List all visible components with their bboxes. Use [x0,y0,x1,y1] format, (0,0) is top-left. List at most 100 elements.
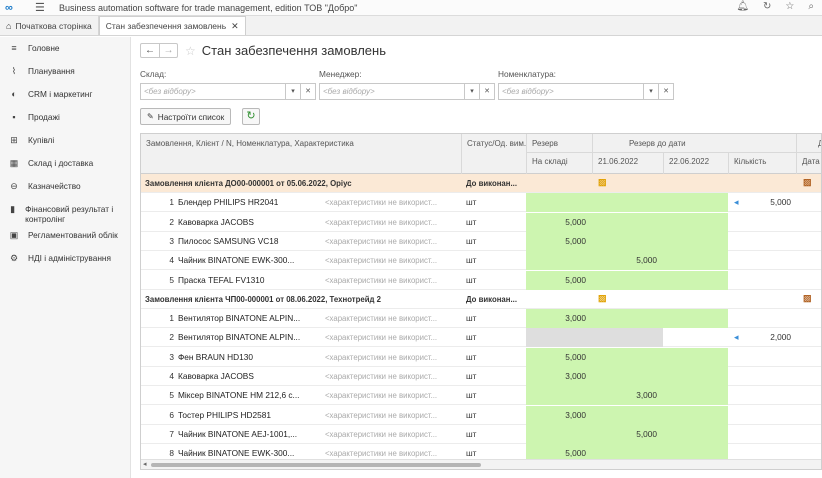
sidebar-item-label: Склад і доставка [28,158,94,168]
close-tab-icon[interactable]: ✕ [231,21,239,32]
item-name: Чайник BINATONE EWK-300... [178,255,295,266]
reserved-cell [526,193,728,213]
row-number: 4 [169,371,174,381]
filter-warehouse-input[interactable]: <без відбору> [140,83,286,100]
menu-icon[interactable]: ☰ [35,1,47,14]
header-cut[interactable]: Д [818,139,821,149]
sidebar-item-finance[interactable]: ▮ Фінансовий результат і контролінг [0,198,130,224]
clear-icon[interactable]: ✕ [480,83,495,100]
order-group-row[interactable]: Замовлення клієнта ДО00-000001 от 05.06.… [141,174,821,193]
tab-home-label: Початкова сторінка [15,20,92,31]
arrow-left-icon: ◂ [734,332,739,343]
forward-button[interactable]: → [159,44,177,57]
crm-icon: ◐ [11,89,17,99]
sidebar-item-purchases[interactable]: ⊞ Купівлі [0,129,130,152]
item-unit: шт [466,371,477,381]
sidebar-item-regulated[interactable]: ▣ Регламентований облік [0,224,130,247]
row-number: 6 [169,409,174,420]
header-qty[interactable]: Кількість [734,157,766,167]
header-reserve[interactable]: Резерв [532,139,558,149]
item-unit: шт [466,255,477,266]
table-row[interactable]: 5 Праска TEFAL FV1310 <характеристики не в… [141,270,821,290]
header-order[interactable]: Замовлення, Клієнт / N, Номенклатура, Ха… [146,139,354,149]
item-unit: шт [466,197,477,208]
clear-icon[interactable]: ✕ [659,83,674,100]
back-button[interactable]: ← [141,44,159,57]
table-row[interactable]: 6 Тостер PHILIPS HD2581 <характеристики не… [141,405,821,425]
header-status[interactable]: Статус/Од. вим. [467,139,527,149]
table-row[interactable]: 3 Пилосос SAMSUNG VC18 <характеристики не … [141,231,821,251]
table-row[interactable]: 1 Блендер PHILIPS HR2041 <характеристики н… [141,193,821,213]
item-name: Міксер BINATONE HM 212,6 с... [178,390,300,401]
table-row[interactable]: 3 Фен BRAUN HD130 <характеристики не викор… [141,347,821,367]
reserve-value: 5,000 [565,235,586,246]
table-header: Замовлення, Клієнт / N, Номенклатура, Ха… [141,134,821,174]
sidebar-item-label: Казначейство [28,181,81,191]
reserve-flag-icon: ▨ [598,292,607,303]
filter-nomenclature-input[interactable]: <без відбору> [498,83,644,100]
order-group-row[interactable]: Замовлення клієнта ЧП00-000001 от 08.06.… [141,289,821,309]
unreserved-cell [526,328,663,348]
sidebar: ≡ Головне ⌇ Планування ◐ CRM і маркетинг ▪ П… [0,37,131,478]
row-number: 1 [169,197,174,208]
header-date-1[interactable]: 21.06.2022 [598,157,638,167]
scrollbar-thumb[interactable] [151,463,481,467]
sidebar-item-sales[interactable]: ▪ Продажі [0,106,130,129]
row-number: 2 [169,216,174,227]
favorite-star-icon[interactable]: ☆ [185,44,196,58]
row-number: 1 [169,313,174,324]
filter-manager-input[interactable]: <без відбору> [319,83,465,100]
item-characteristic: <характеристики не використ... [325,256,438,266]
search-icon[interactable]: ⌕ [808,1,814,12]
header-divider [663,152,664,174]
sidebar-item-crm[interactable]: ◐ CRM і маркетинг [0,83,130,106]
item-name: Кавоварка JACOBS [178,216,254,227]
filter-warehouse: <без відбору> ▾ ✕ [140,83,316,100]
table-row[interactable]: 2 Кавоварка JACOBS <характеристики не вико… [141,212,821,232]
header-date-2[interactable]: 22.06.2022 [669,157,709,167]
tab-order-status[interactable]: Стан забезпечення замовлень ✕ [98,16,246,35]
header-on-stock[interactable]: На складі [532,157,568,167]
table-row[interactable]: 4 Кавоварка JACOBS <характеристики не вико… [141,367,821,386]
item-name: Вентилятор BINATONE ALPIN... [178,332,301,343]
history-icon[interactable]: ↻ [763,1,771,12]
dropdown-icon[interactable]: ▾ [644,83,659,100]
table-row[interactable]: 1 Вентилятор BINATONE ALPIN... <характерис… [141,309,821,329]
item-name: Кавоварка JACOBS [178,371,254,381]
horizontal-scrollbar[interactable]: ◂ [141,459,821,469]
header-date-cut[interactable]: Дата [802,157,820,167]
table-row[interactable]: 5 Міксер BINATONE HM 212,6 с... <характери… [141,386,821,406]
arrow-left-icon: ◂ [734,197,739,208]
row-number: 5 [169,390,174,401]
sidebar-item-label: Планування [28,66,75,76]
item-unit: шт [466,409,477,420]
item-unit: шт [466,313,477,324]
filter-warehouse-label: Склад: [140,69,167,79]
favorites-star-icon[interactable]: ☆ [785,1,794,12]
dropdown-icon[interactable]: ▾ [465,83,480,100]
header-divider [796,134,797,174]
sidebar-item-planning[interactable]: ⌇ Планування [0,60,130,83]
order-flag-icon: ▨ [803,177,812,187]
row-number: 3 [169,351,174,362]
sidebar-item-label: Купівлі [28,135,55,145]
tab-home[interactable]: ⌂ Початкова сторінка [0,16,99,35]
sidebar-item-main[interactable]: ≡ Головне [0,37,130,60]
sidebar-item-treasury[interactable]: ⊖ Казначейство [0,175,130,198]
clear-icon[interactable]: ✕ [301,83,316,100]
sidebar-item-label: Регламентований облік [28,230,118,240]
order-status: До виконан... [466,294,517,304]
order-status: До виконан... [466,179,517,188]
table-row[interactable]: 7 Чайник BINATONE AEJ-1001,... <характерис… [141,424,821,444]
refresh-button[interactable]: ↻ [242,108,260,125]
bell-icon[interactable]: 🔔︎ [736,1,749,12]
sidebar-item-admin[interactable]: ⚙ НДІ і адміністрування [0,247,130,270]
table-row[interactable]: 2 Вентилятор BINATONE ALPIN... <характерис… [141,328,821,348]
dropdown-icon[interactable]: ▾ [286,83,301,100]
table-row[interactable]: 4 Чайник BINATONE EWK-300... <характеристи… [141,251,821,271]
sidebar-item-warehouse[interactable]: ▦ Склад і доставка [0,152,130,175]
header-reserve-by-date[interactable]: Резерв до дати [629,139,686,149]
scroll-left-icon[interactable]: ◂ [143,460,147,469]
setup-list-button[interactable]: ✎ Настроїти список [140,108,232,125]
filter-nomenclature-label: Номенклатура: [498,69,556,79]
